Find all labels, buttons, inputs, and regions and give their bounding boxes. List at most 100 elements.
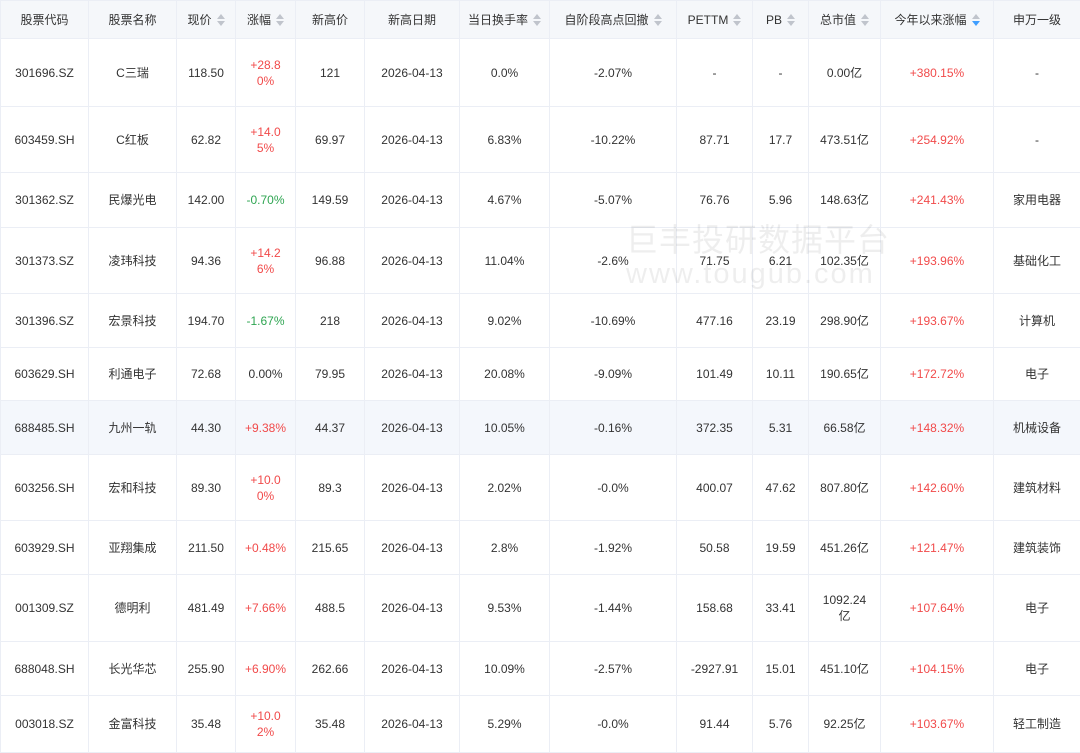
sort-ascending-icon[interactable]: [533, 13, 541, 19]
sort-descending-icon[interactable]: [653, 20, 662, 26]
sort-ascending-icon[interactable]: [971, 13, 980, 19]
sector-cell: 家用电器: [993, 172, 1080, 228]
pe-ttm-cell: 71.75: [676, 227, 753, 294]
stock-code-cell: 301696.SZ: [0, 38, 89, 107]
column-header-label: 新高价: [311, 12, 348, 27]
sort-descending-icon[interactable]: [733, 20, 742, 26]
pb-cell: 19.59: [752, 520, 809, 575]
table-row[interactable]: 003018.SZ 金富科技 35.48 +10.02% 35.48 2026-04-13…: [0, 695, 1080, 753]
sort-ascending-icon[interactable]: [653, 13, 662, 19]
ytd-change-cell: +103.67%: [880, 695, 994, 753]
table-row[interactable]: 301396.SZ 宏景科技 194.70 -1.67% 218 2026-04-13 9.…: [0, 293, 1080, 348]
table-row[interactable]: 301373.SZ 凌玮科技 94.36 +14.26% 96.88 2026-04-13…: [0, 227, 1080, 294]
sector-cell: 电子: [993, 574, 1080, 642]
sort-ascending-icon[interactable]: [276, 13, 284, 19]
stock-code-cell: 301396.SZ: [0, 293, 89, 348]
table-row[interactable]: 603256.SH 宏和科技 89.30 +10.00% 89.3 2026-04-13 2…: [0, 454, 1080, 521]
pb-cell: 10.11: [752, 347, 809, 401]
new-high-price-cell: 149.59: [295, 172, 365, 228]
new-high-date-cell: 2026-04-13: [364, 38, 460, 107]
sort-ascending-icon[interactable]: [861, 13, 869, 19]
sort-icon[interactable]: [861, 13, 869, 27]
table-row[interactable]: 301362.SZ 民爆光电 142.00 -0.70% 149.59 2026-04-1…: [0, 172, 1080, 228]
table-row[interactable]: 688048.SH 长光华芯 255.90 +6.90% 262.66 2026-04-1…: [0, 641, 1080, 696]
pb-cell: 15.01: [752, 641, 809, 696]
drawdown-cell: -0.0%: [549, 695, 677, 753]
table-row[interactable]: 603929.SH 亚翔集成 211.50 +0.48% 215.65 2026-04-1…: [0, 520, 1080, 575]
new-high-date-cell: 2026-04-13: [364, 172, 460, 228]
sort-ascending-icon[interactable]: [733, 13, 742, 19]
market-cap-cell: 298.90亿: [808, 293, 881, 348]
sort-ascending-icon[interactable]: [787, 13, 795, 19]
column-header-ytd-change[interactable]: 今年以来涨幅: [880, 0, 994, 39]
column-header-turnover[interactable]: 当日换手率: [459, 0, 550, 39]
column-header-drawdown[interactable]: 自阶段高点回撤: [549, 0, 677, 39]
price-cell: 62.82: [176, 106, 236, 173]
drawdown-cell: -5.07%: [549, 172, 677, 228]
column-header-change[interactable]: 涨幅: [235, 0, 296, 39]
turnover-cell: 9.53%: [459, 574, 550, 642]
turnover-cell: 11.04%: [459, 227, 550, 294]
new-high-date-cell: 2026-04-13: [364, 520, 460, 575]
sort-descending-icon[interactable]: [971, 20, 980, 26]
sector-cell: -: [993, 106, 1080, 173]
sort-ascending-icon[interactable]: [216, 13, 225, 19]
sort-icon[interactable]: [733, 13, 742, 27]
pe-ttm-cell: 91.44: [676, 695, 753, 753]
ytd-change-cell: +148.32%: [880, 400, 994, 455]
change-cell: +6.90%: [235, 641, 296, 696]
stock-code-cell: 003018.SZ: [0, 695, 89, 753]
new-high-date-cell: 2026-04-13: [364, 347, 460, 401]
stock-name-cell: 凌玮科技: [88, 227, 177, 294]
turnover-cell: 5.29%: [459, 695, 550, 753]
stock-code-cell: 603929.SH: [0, 520, 89, 575]
sort-descending-icon[interactable]: [861, 20, 869, 26]
market-cap-cell: 451.10亿: [808, 641, 881, 696]
column-header-label: 新高日期: [387, 12, 436, 27]
price-cell: 35.48: [176, 695, 236, 753]
new-high-date-cell: 2026-04-13: [364, 695, 460, 753]
new-high-date-cell: 2026-04-13: [364, 293, 460, 348]
turnover-cell: 4.67%: [459, 172, 550, 228]
sort-icon[interactable]: [971, 13, 980, 27]
sector-cell: 基础化工: [993, 227, 1080, 294]
stock-table-panel: 股票代码 股票名称 现价 涨幅 新高价 新高日期 当日换手率 自阶段高点回撤 PETTM PB 总市…: [0, 0, 1080, 753]
table-row[interactable]: 688485.SH 九州一轨 44.30 +9.38% 44.37 2026-04-13 1…: [0, 400, 1080, 455]
sort-icon[interactable]: [276, 13, 284, 27]
change-cell: +9.38%: [235, 400, 296, 455]
pb-cell: -: [752, 38, 809, 107]
turnover-cell: 20.08%: [459, 347, 550, 401]
stock-name-cell: 九州一轨: [88, 400, 177, 455]
market-cap-cell: 148.63亿: [808, 172, 881, 228]
new-high-price-cell: 121: [295, 38, 365, 107]
new-high-stocks-table: 股票代码 股票名称 现价 涨幅 新高价 新高日期 当日换手率 自阶段高点回撤 PETTM PB 总市…: [0, 0, 1080, 753]
sort-descending-icon[interactable]: [787, 20, 795, 26]
sort-descending-icon[interactable]: [533, 20, 541, 26]
pe-ttm-cell: 477.16: [676, 293, 753, 348]
column-header-label: 自阶段高点回撤: [564, 12, 649, 27]
sort-icon[interactable]: [653, 13, 662, 27]
table-row[interactable]: 603459.SH C红板 62.82 +14.05% 69.97 2026-04-13 6…: [0, 106, 1080, 173]
sector-cell: 机械设备: [993, 400, 1080, 455]
price-cell: 481.49: [176, 574, 236, 642]
sort-icon[interactable]: [533, 13, 541, 27]
column-header-pe-ttm[interactable]: PETTM: [676, 0, 753, 39]
table-row[interactable]: 603629.SH 利通电子 72.68 0.00% 79.95 2026-04-13 20…: [0, 347, 1080, 401]
column-header-market-cap[interactable]: 总市值: [808, 0, 881, 39]
table-row[interactable]: 301696.SZ C三瑞 118.50 +28.80% 121 2026-04-13 0.…: [0, 38, 1080, 107]
sort-icon[interactable]: [787, 13, 795, 27]
new-high-price-cell: 69.97: [295, 106, 365, 173]
column-header-price[interactable]: 现价: [176, 0, 236, 39]
market-cap-cell: 92.25亿: [808, 695, 881, 753]
sector-cell: 轻工制造: [993, 695, 1080, 753]
market-cap-cell: 102.35亿: [808, 227, 881, 294]
stock-name-cell: 宏和科技: [88, 454, 177, 521]
ytd-change-cell: +142.60%: [880, 454, 994, 521]
sort-descending-icon[interactable]: [276, 20, 284, 26]
new-high-price-cell: 96.88: [295, 227, 365, 294]
column-header-pb[interactable]: PB: [752, 0, 809, 39]
sort-icon[interactable]: [216, 13, 225, 27]
table-row[interactable]: 001309.SZ 德明利 481.49 +7.66% 488.5 2026-04-13 9…: [0, 574, 1080, 642]
sort-descending-icon[interactable]: [216, 20, 225, 26]
price-cell: 142.00: [176, 172, 236, 228]
